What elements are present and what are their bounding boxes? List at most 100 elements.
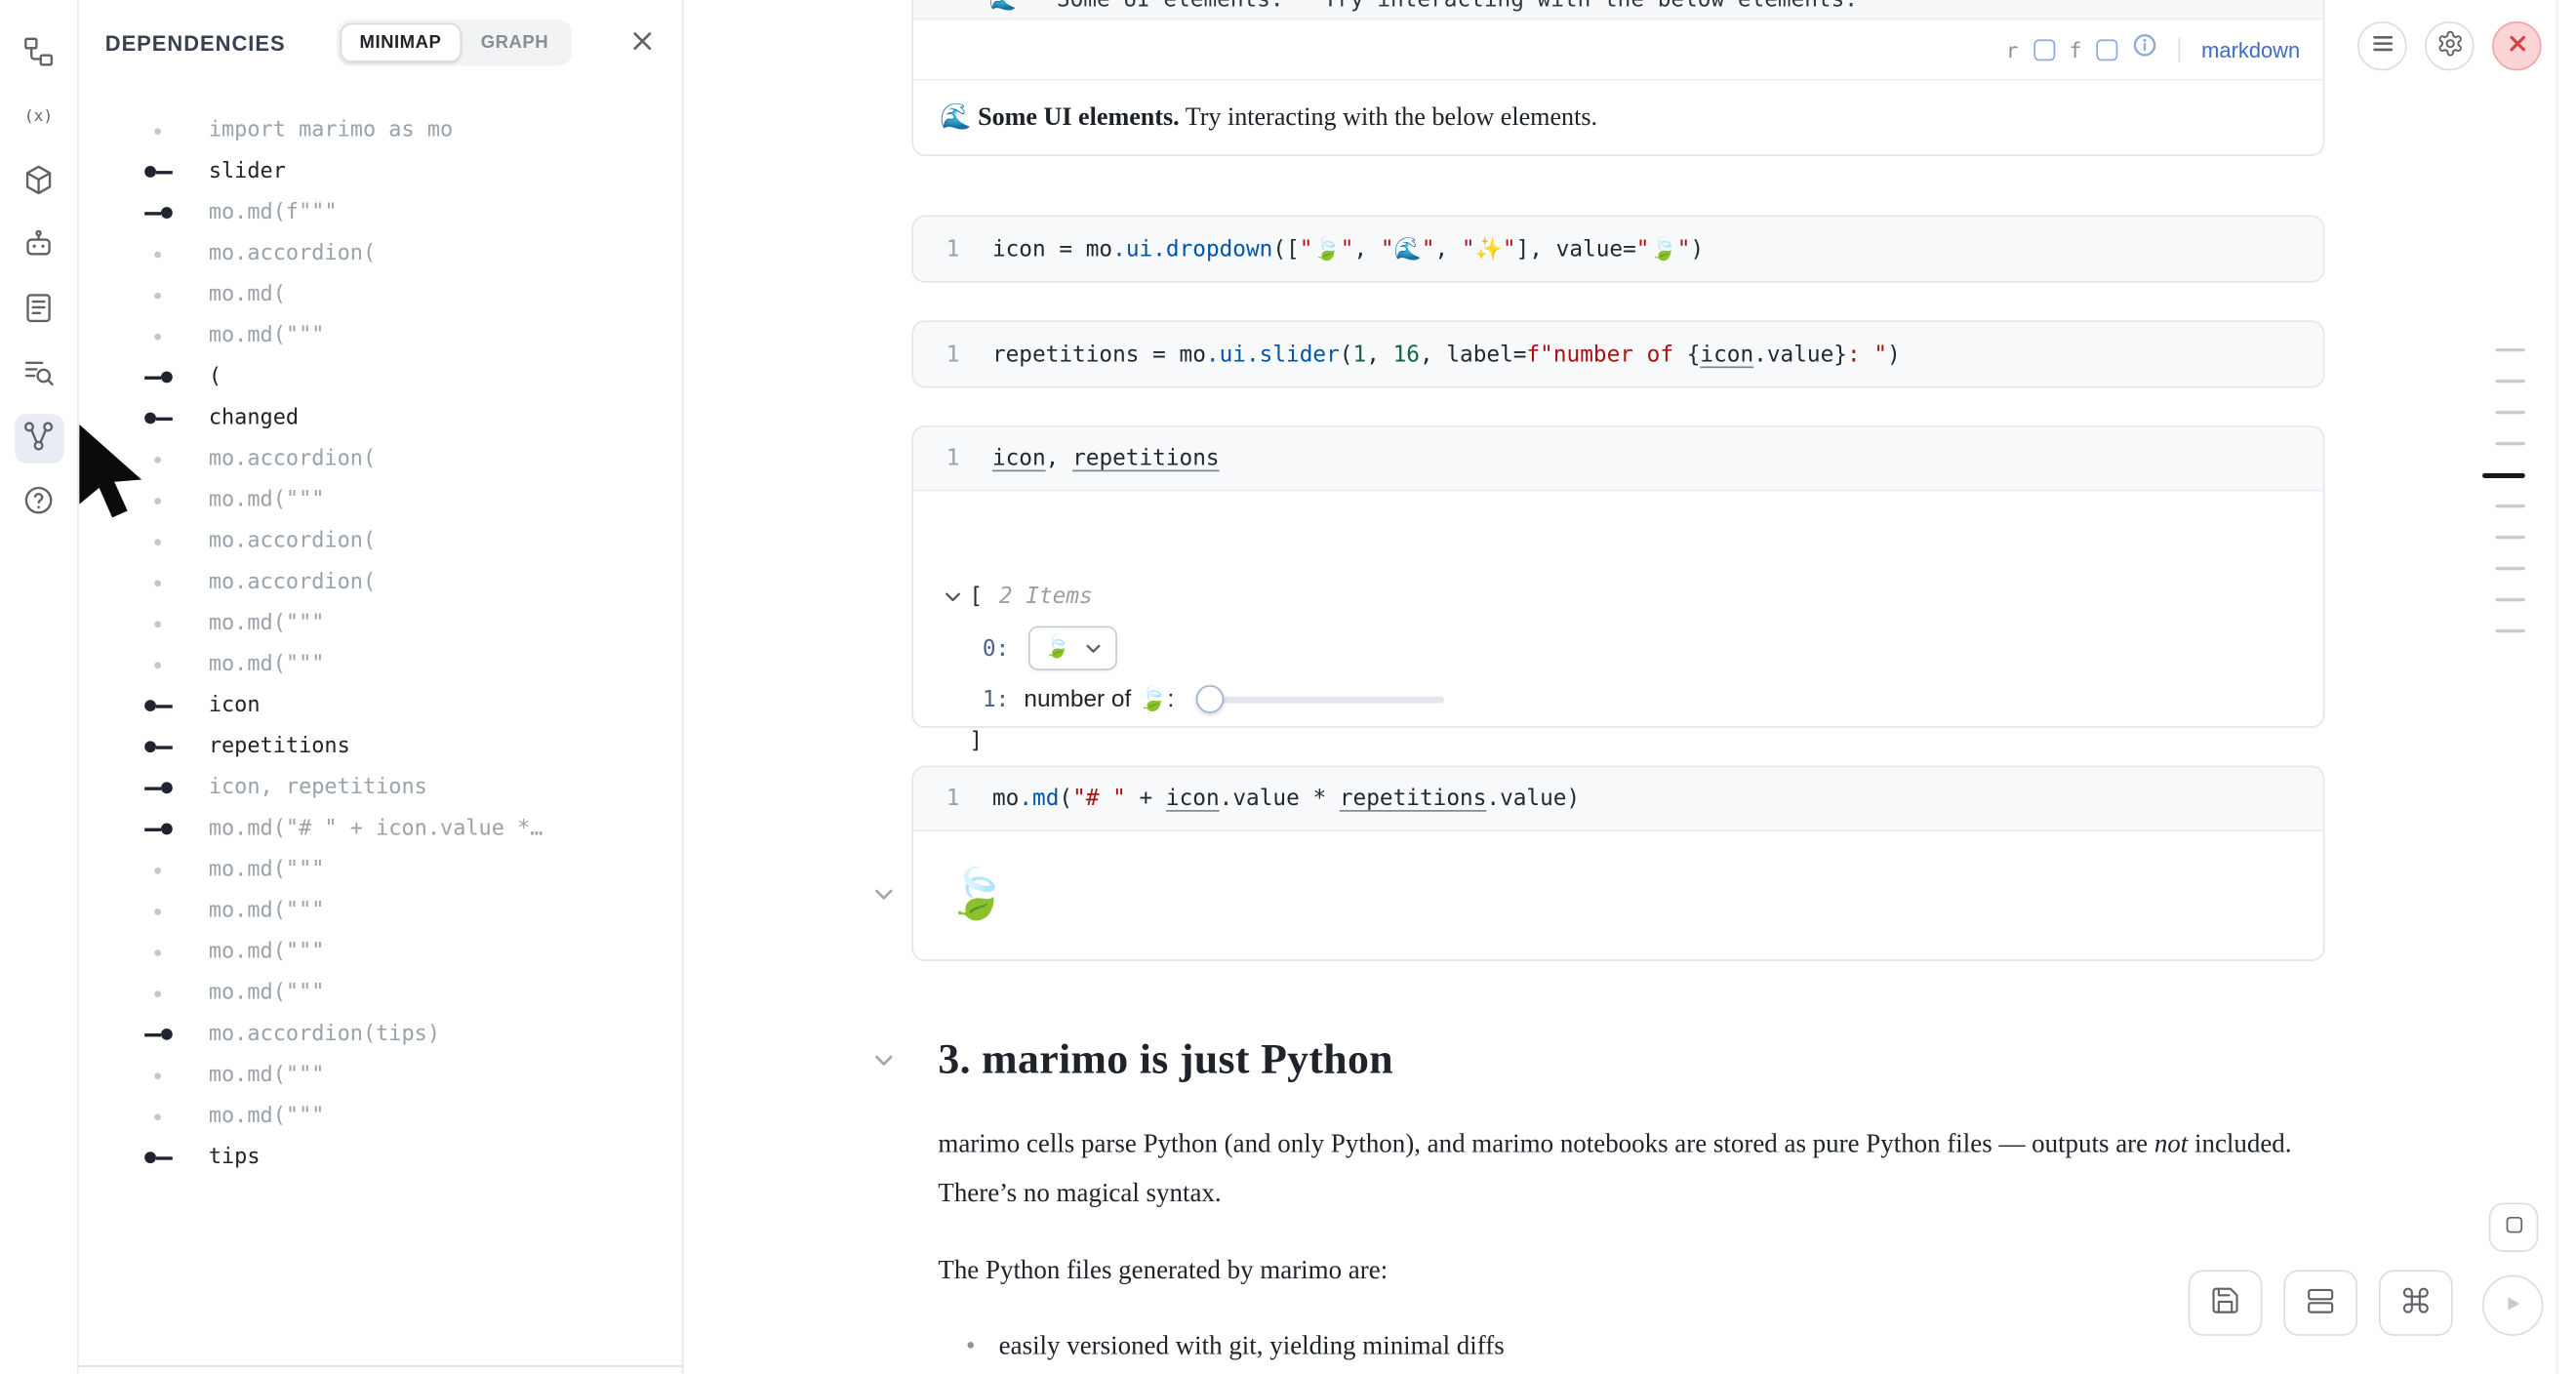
file-explorer-button[interactable]	[14, 29, 63, 79]
dependency-item[interactable]: mo.md("""	[79, 973, 682, 1014]
dependency-item-label: mo.md(f"""	[209, 200, 338, 224]
collapse-output-chevron-icon[interactable]	[870, 880, 897, 907]
tab-minimap[interactable]: MINIMAP	[340, 23, 461, 62]
checkbox-icon[interactable]	[2033, 39, 2055, 61]
dependency-item[interactable]: mo.md(f"""	[79, 192, 682, 233]
cell-dot-icon	[135, 1096, 181, 1137]
code-cell: 1 mo.md("# " + icon.value * repetitions.…	[911, 766, 2324, 961]
dependency-item-label: mo.accordion(	[209, 529, 376, 553]
language-mode-label[interactable]: markdown	[2201, 37, 2300, 61]
logs-button[interactable]	[14, 350, 63, 400]
definition-node-icon	[135, 1137, 181, 1178]
dependency-item[interactable]: mo.md("""	[79, 1096, 682, 1137]
documentation-button[interactable]	[14, 286, 63, 336]
menu-icon	[2370, 31, 2395, 61]
dependency-item[interactable]: icon, repetitions	[79, 767, 682, 808]
dependency-item[interactable]: (	[79, 356, 682, 397]
notebook-menu-button[interactable]	[2357, 21, 2407, 71]
code-editor[interactable]: icon = mo.ui.dropdown(["🍃", "🌊", "✨"], v…	[992, 236, 1704, 263]
view-toggle: MINIMAP GRAPH	[337, 20, 572, 65]
dependency-item[interactable]: mo.md("""	[79, 891, 682, 932]
dependency-item[interactable]: icon	[79, 685, 682, 726]
gear-icon	[2435, 29, 2464, 62]
dependency-item[interactable]: mo.md("""	[79, 480, 682, 521]
minimap-line[interactable]	[2495, 442, 2524, 445]
cell-dot-icon	[135, 521, 181, 562]
markdown-source-editor[interactable]: 🌊 **Some UI elements.** Try interacting …	[913, 0, 2323, 20]
minimap-line[interactable]	[2495, 567, 2524, 570]
dependency-item[interactable]: mo.md("""	[79, 932, 682, 973]
dependency-item[interactable]: mo.md("""	[79, 1055, 682, 1096]
dependency-item[interactable]: mo.md("""	[79, 644, 682, 685]
bullet-list: easily versioned with git, yielding mini…	[938, 1322, 2331, 1372]
slider-track[interactable]	[1197, 697, 1444, 704]
dependency-item-label: icon	[209, 694, 261, 718]
code-editor[interactable]: repetitions = mo.ui.slider(1, 16, label=…	[992, 341, 1901, 367]
cell-dot-icon	[135, 439, 181, 480]
minimal-mode-button[interactable]	[2489, 1202, 2539, 1252]
minimap-line[interactable]	[2482, 473, 2525, 478]
dependency-item[interactable]: tips	[79, 1137, 682, 1178]
list-search-icon	[21, 355, 56, 394]
code-editor[interactable]: icon, repetitions	[992, 445, 1220, 471]
slider-thumb[interactable]	[1195, 685, 1224, 713]
dependency-item[interactable]: import marimo as mo	[79, 110, 682, 151]
minimap-line[interactable]	[2495, 348, 2524, 351]
dependency-item[interactable]: mo.accordion(	[79, 439, 682, 480]
dependency-item[interactable]: mo.accordion(	[79, 521, 682, 562]
settings-button[interactable]	[2425, 21, 2475, 71]
dependencies-button[interactable]	[14, 414, 63, 464]
save-button[interactable]	[2189, 1270, 2263, 1335]
collapse-chevron-icon[interactable]	[943, 586, 962, 606]
dependency-item-label: mo.md("""	[209, 1104, 325, 1128]
run-button[interactable]	[2482, 1275, 2543, 1336]
tab-graph[interactable]: GRAPH	[462, 23, 569, 62]
emoji-dropdown[interactable]: 🍃	[1028, 626, 1117, 669]
cell-dot-icon	[135, 973, 181, 1014]
code-editor[interactable]: mo.md("# " + icon.value * repetitions.va…	[992, 786, 1580, 812]
collapse-section-chevron-icon[interactable]	[870, 1046, 897, 1072]
minimap-line[interactable]	[2495, 598, 2524, 601]
command-palette-button[interactable]	[2379, 1270, 2453, 1335]
minimap-line[interactable]	[2495, 380, 2524, 383]
shutdown-button[interactable]	[2492, 21, 2542, 71]
close-panel-button[interactable]	[623, 23, 662, 62]
dependency-item[interactable]: mo.md(	[79, 274, 682, 315]
wave-emoji: 🌊	[940, 103, 978, 132]
dependency-item[interactable]: mo.md("# " + icon.value *…	[79, 808, 682, 849]
checkbox-icon[interactable]	[2096, 39, 2117, 61]
cell-dot-icon	[135, 562, 181, 603]
info-icon[interactable]	[2132, 33, 2156, 66]
code-cell: 1 repetitions = mo.ui.slider(1, 16, labe…	[911, 320, 2324, 387]
dependency-item[interactable]: changed	[79, 397, 682, 438]
dependency-item[interactable]: repetitions	[79, 726, 682, 767]
dependency-item[interactable]: mo.md("""	[79, 603, 682, 644]
dependency-item-label: import marimo as mo	[209, 118, 453, 142]
dependency-item[interactable]: slider	[79, 151, 682, 192]
minimap-line[interactable]	[2495, 536, 2524, 539]
layout-button[interactable]	[2283, 1270, 2357, 1335]
dependency-item[interactable]: mo.accordion(	[79, 562, 682, 603]
variables-button[interactable]: (x)	[14, 94, 63, 143]
minimap-line[interactable]	[2495, 411, 2524, 414]
definition-node-icon	[135, 397, 181, 438]
dependency-item[interactable]: mo.md("""	[79, 315, 682, 356]
code-cell: 1 icon, repetitions [ 2 Items 0: 🍃	[911, 425, 2324, 728]
dependency-item[interactable]: mo.md("""	[79, 849, 682, 890]
cell-dot-icon	[135, 932, 181, 973]
help-icon	[21, 483, 56, 522]
dependency-item[interactable]: mo.accordion(	[79, 233, 682, 274]
ai-chat-button[interactable]	[14, 222, 63, 271]
activity-bar: (x)	[0, 0, 79, 1374]
minimap-line[interactable]	[2495, 629, 2524, 632]
repetitions-slider[interactable]	[1197, 685, 1444, 713]
line-number: 1	[946, 445, 963, 471]
paragraph: marimo cells parse Python (and only Pyth…	[938, 1120, 2331, 1219]
help-button[interactable]	[14, 478, 63, 528]
dropdown-value: 🍃	[1044, 636, 1070, 661]
packages-button[interactable]	[14, 158, 63, 208]
dependency-item-label: mo.md("""	[209, 981, 325, 1005]
dependency-item[interactable]: mo.accordion(tips)	[79, 1014, 682, 1055]
markdown-cell-toolbar: r f markdown	[913, 20, 2323, 80]
minimap-line[interactable]	[2495, 505, 2524, 507]
